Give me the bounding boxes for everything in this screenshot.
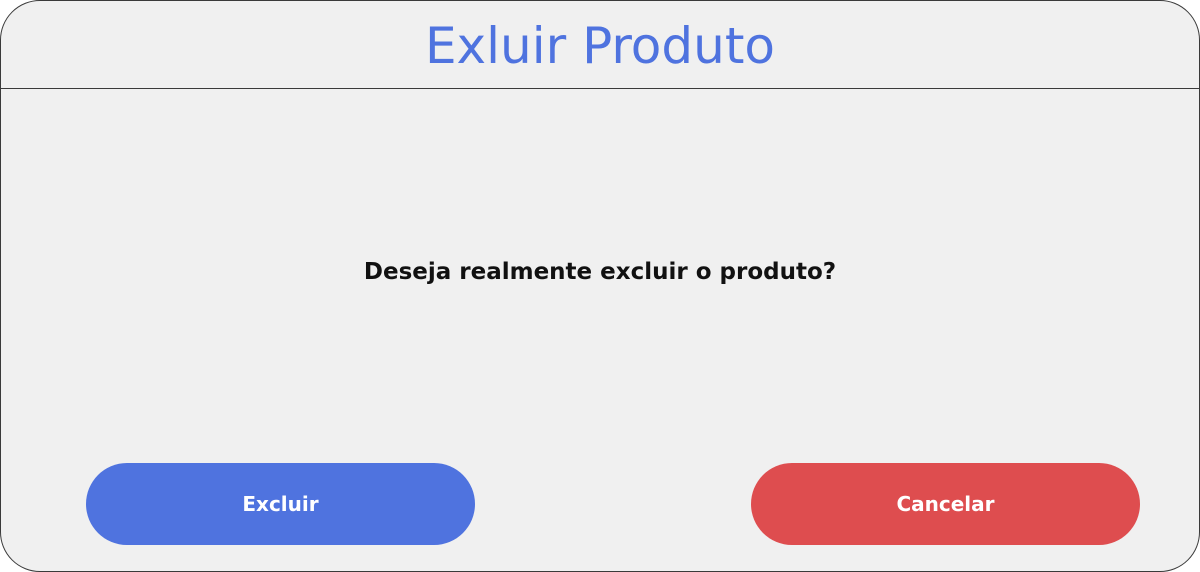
confirmation-message: Deseja realmente excluir o produto? bbox=[363, 259, 837, 285]
dialog-title: Exluir Produto bbox=[424, 16, 776, 75]
delete-product-dialog: Exluir Produto Deseja realmente excluir … bbox=[0, 0, 1200, 572]
cancel-button[interactable]: Cancelar bbox=[751, 463, 1140, 545]
delete-button[interactable]: Excluir bbox=[86, 463, 475, 545]
dialog-header: Exluir Produto bbox=[1, 1, 1199, 89]
